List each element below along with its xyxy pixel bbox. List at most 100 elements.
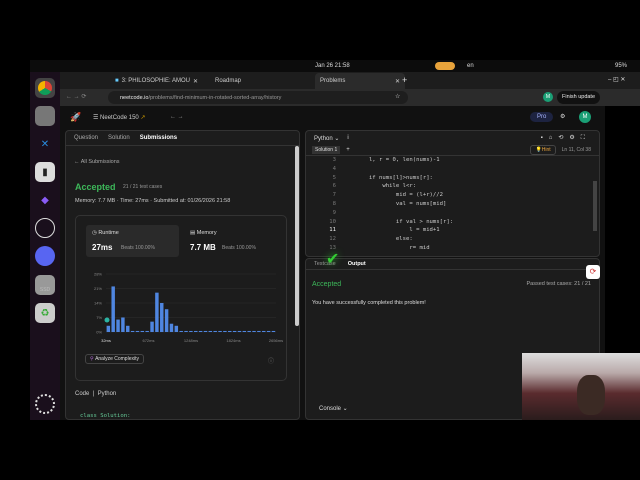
histogram-bar (164, 309, 169, 332)
ssd-drive-icon[interactable]: SSD (35, 275, 55, 295)
files-icon[interactable] (35, 106, 55, 126)
info-icon[interactable]: i (347, 135, 348, 141)
editor-toolbar-icons[interactable]: ▪⌂⟲⚙⛶ (541, 134, 591, 142)
keyboard-language[interactable]: en (467, 63, 474, 69)
user-avatar[interactable]: M (579, 111, 591, 123)
code-area[interactable]: 3 l, r = 0, len(nums)-1 4 5 if nums[l]>num… (306, 157, 596, 254)
line-number: 10 (329, 218, 336, 225)
submissions-panel: Question Solution Submissions ← All Subm… (65, 130, 300, 420)
code-line[interactable]: 5 if nums[l]>nums[r]: (306, 175, 596, 184)
code-line[interactable]: 12 else: (306, 236, 596, 245)
histogram-bar (198, 330, 203, 332)
histogram-bar (266, 330, 271, 332)
code-text: else: (342, 236, 413, 243)
code-text: if nums[l]>nums[r]: (342, 174, 433, 181)
clock[interactable]: Jan 26 21:58 (315, 63, 350, 69)
all-submissions-link[interactable]: ← All Submissions (74, 159, 120, 165)
problem-list-link[interactable]: ☰ NeetCode 150 ↗ (93, 114, 145, 121)
code-language-label: Code | Python (75, 391, 117, 397)
back-nav-icons[interactable]: ← → ⟳ (66, 93, 86, 100)
editor-scrollbar[interactable] (593, 181, 597, 231)
code-editor-panel: Python ⌄ i ▪⌂⟲⚙⛶ Solution 1 + 💡 Hint Ln 11,… (305, 130, 600, 257)
code-line[interactable]: 9 (306, 210, 596, 219)
pro-button[interactable]: Pro (530, 112, 554, 122)
tab-output[interactable]: Output (348, 261, 366, 267)
console-toggle[interactable]: Console ⌄ (319, 405, 348, 412)
prev-next-arrows[interactable]: ← → (170, 114, 184, 120)
histogram-bar (116, 319, 120, 332)
close-icon[interactable]: ✕ (193, 78, 198, 85)
tab-title: 3: PHILOSOPHIE: AMOU (121, 78, 190, 84)
browser-tab-active[interactable]: Problems ✕ (315, 73, 405, 89)
recorder-widget-icon[interactable]: ⟳ (586, 265, 600, 279)
tab-question[interactable]: Question (74, 135, 98, 141)
x-tick-label: 1824ms (226, 338, 240, 343)
x-tick-label: 32ms (101, 338, 111, 343)
code-line[interactable]: 3 l, r = 0, len(nums)-1 (306, 157, 596, 166)
line-number: 11 (329, 227, 336, 234)
info-icon[interactable]: ⓘ (268, 356, 274, 365)
chrome-icon[interactable] (35, 78, 55, 98)
code-text: if val > nums[r]: (342, 218, 454, 225)
memory-box[interactable]: ▤ Memory 7.7 MB Beats 100.00% (184, 225, 277, 257)
tab-solution[interactable]: Solution (108, 135, 130, 141)
histogram-bar (208, 330, 213, 332)
histogram-bar (223, 330, 227, 332)
y-tick-label: 28% (94, 272, 102, 277)
window-controls[interactable]: – ◰ ✕ (608, 76, 625, 83)
screen-share-indicator[interactable] (435, 62, 455, 70)
runtime-box[interactable]: ◷ Runtime 27ms Beats 100.00% (86, 225, 179, 257)
settings-gear-icon[interactable]: ⚙ (560, 113, 565, 120)
runtime-beats: Beats 100.00% (121, 245, 155, 251)
hint-button[interactable]: 💡 Hint (530, 145, 556, 155)
code-line[interactable]: 10 if val > nums[r]: (306, 219, 596, 228)
scrollbar[interactable] (295, 146, 299, 326)
app-grid-icon[interactable] (35, 394, 55, 414)
cursor-position: Ln 11, Col 38 (561, 147, 591, 153)
y-tick-label: 21% (94, 286, 102, 291)
code-line[interactable]: 6 while l<r: (306, 183, 596, 192)
solution-tab[interactable]: Solution 1 (312, 146, 341, 154)
tab-title: Problems (320, 78, 346, 84)
performance-card: ◷ Runtime 27ms Beats 100.00% ▤ Memory 7.… (75, 215, 287, 381)
trash-icon[interactable]: ♻ (35, 303, 55, 323)
close-icon[interactable]: ✕ (395, 78, 400, 85)
analyze-complexity-button[interactable]: ⚲ Analyze Complexity (85, 354, 144, 364)
code-line[interactable]: 13 r= mid (306, 245, 596, 254)
code-line[interactable]: 8 val = nums[mid] (306, 201, 596, 210)
line-number: 6 (332, 183, 336, 190)
histogram-bar (130, 330, 135, 332)
histogram-bar (247, 330, 251, 332)
new-tab-button[interactable]: + (402, 75, 407, 85)
webcam-person (577, 375, 605, 415)
vscode-icon[interactable]: ✕ (35, 134, 55, 154)
code-text: l = mid+1 (342, 227, 440, 234)
code-line[interactable]: 11 l = mid+1 (306, 227, 596, 236)
terminal-icon[interactable]: ▮ (35, 162, 55, 182)
add-solution-button[interactable]: + (346, 147, 350, 153)
y-tick-label: 14% (94, 301, 102, 306)
obsidian-icon[interactable]: ◆ (35, 190, 55, 210)
histogram-bar (252, 330, 256, 332)
bookmark-star-icon[interactable]: ☆ (395, 93, 400, 100)
finish-update-button[interactable]: Finish update (557, 91, 601, 104)
code-line[interactable]: 4 (306, 166, 596, 175)
language-select[interactable]: Python ⌄ (314, 135, 339, 142)
obs-icon[interactable] (35, 218, 55, 238)
memory-value: 7.7 MB (190, 243, 216, 252)
success-checkmark-icon: ✔ (326, 251, 340, 268)
runtime-distribution-chart[interactable]: 28% 21% 14% 7% 0% 32ms 672ms 1248ms 1824ms 2656ms (76, 268, 288, 348)
tab-submissions[interactable]: Submissions (140, 135, 177, 141)
profile-avatar[interactable]: M (543, 92, 553, 102)
browser-tab[interactable]: ■ 3: PHILOSOPHIE: AMOU ✕ (110, 74, 205, 88)
battery-level[interactable]: 95% (615, 63, 627, 69)
discord-icon[interactable] (35, 246, 55, 266)
histogram-bar (160, 303, 164, 332)
code-line[interactable]: 7 mid = (l+r)//2 (306, 192, 596, 201)
histogram-bar (218, 330, 222, 332)
browser-tab[interactable]: Roadmap (210, 74, 310, 88)
histogram-bar (232, 330, 237, 332)
y-tick-label: 0% (96, 330, 102, 335)
url-input[interactable]: neetcode.io/problems/find-minimum-in-rot… (108, 91, 408, 104)
rocket-logo-icon[interactable]: 🚀 (70, 112, 81, 123)
